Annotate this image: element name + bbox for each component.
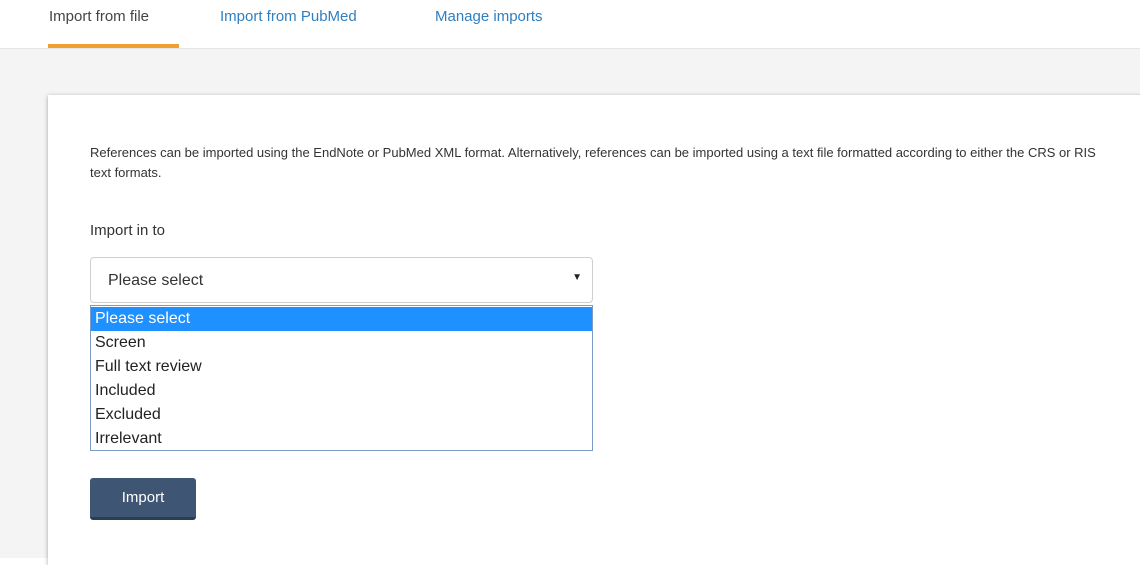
option-included[interactable]: Included: [91, 379, 592, 403]
option-irrelevant[interactable]: Irrelevant: [91, 427, 592, 451]
tab-import-from-file[interactable]: Import from file: [48, 8, 179, 48]
option-please-select[interactable]: Please select: [91, 307, 592, 331]
tab-manage-imports[interactable]: Manage imports: [435, 8, 543, 48]
select-current-value: Please select: [108, 272, 204, 289]
caret-down-icon: ▼: [572, 272, 582, 283]
import-button[interactable]: Import: [90, 478, 196, 520]
import-destination-options: Please select Screen Full text review In…: [90, 305, 593, 451]
option-full-text-review[interactable]: Full text review: [91, 355, 592, 379]
option-screen[interactable]: Screen: [91, 331, 592, 355]
tab-import-from-pubmed[interactable]: Import from PubMed: [220, 8, 357, 48]
import-panel: References can be imported using the End…: [48, 95, 1140, 565]
import-in-to-label: Import in to: [90, 222, 166, 239]
content-area: References can be imported using the End…: [0, 49, 1140, 565]
import-destination-select[interactable]: Please select ▼: [90, 257, 593, 303]
import-tabs: Import from file Import from PubMed Mana…: [0, 0, 1140, 49]
option-excluded[interactable]: Excluded: [91, 403, 592, 427]
import-description: References can be imported using the End…: [90, 145, 1096, 180]
